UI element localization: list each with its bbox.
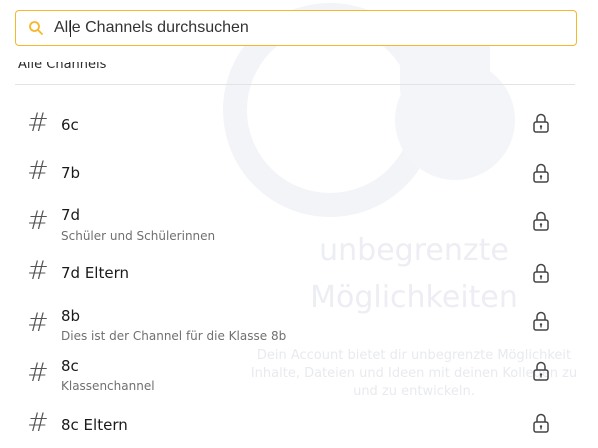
section-title: Alle Channels bbox=[18, 62, 578, 82]
channel-name: 8c Eltern bbox=[61, 416, 128, 434]
hash-icon: # bbox=[27, 256, 49, 286]
hash-icon: # bbox=[27, 358, 49, 388]
channel-row-8c-eltern[interactable]: # 8c Eltern bbox=[0, 400, 598, 448]
channel-row-7b[interactable]: # 7b bbox=[0, 148, 598, 196]
search-input[interactable] bbox=[54, 19, 554, 37]
channel-description: Schüler und Schülerinnen bbox=[61, 229, 216, 243]
channel-row-8b[interactable]: # 8b Dies ist der Channel für die Klasse… bbox=[0, 300, 598, 348]
hash-icon: # bbox=[27, 108, 49, 138]
hash-icon: # bbox=[27, 308, 49, 338]
channel-row-7d[interactable]: # 7d Schüler und Schülerinnen bbox=[0, 200, 598, 248]
lock-icon[interactable] bbox=[532, 262, 550, 284]
channel-row-7d-eltern[interactable]: # 7d Eltern bbox=[0, 250, 598, 298]
section-title-text: Alle Channels bbox=[18, 62, 107, 72]
search-icon bbox=[29, 21, 43, 35]
hash-icon: # bbox=[27, 206, 49, 236]
text-caret bbox=[70, 20, 71, 37]
channel-name: 7d bbox=[61, 206, 81, 224]
channel-name: 8c bbox=[61, 357, 79, 375]
lock-icon[interactable] bbox=[532, 162, 550, 184]
channel-search-bar[interactable] bbox=[15, 10, 577, 46]
hash-icon: # bbox=[27, 156, 49, 186]
divider bbox=[15, 84, 575, 85]
channel-name: 7b bbox=[61, 164, 81, 182]
channel-row-8c[interactable]: # 8c Klassenchannel bbox=[0, 352, 598, 400]
lock-icon[interactable] bbox=[532, 210, 550, 232]
channel-row-6c[interactable]: # 6c bbox=[0, 100, 598, 148]
channel-name: 8b bbox=[61, 307, 81, 325]
channel-name: 7d Eltern bbox=[61, 264, 129, 282]
channel-description: Dies ist der Channel für die Klasse 8b bbox=[61, 329, 287, 343]
lock-icon[interactable] bbox=[532, 412, 550, 434]
hash-icon: # bbox=[27, 408, 49, 438]
lock-icon[interactable] bbox=[532, 310, 550, 332]
channel-description: Klassenchannel bbox=[61, 379, 155, 393]
channel-name: 6c bbox=[61, 116, 79, 134]
lock-icon[interactable] bbox=[532, 360, 550, 382]
lock-icon[interactable] bbox=[532, 112, 550, 134]
